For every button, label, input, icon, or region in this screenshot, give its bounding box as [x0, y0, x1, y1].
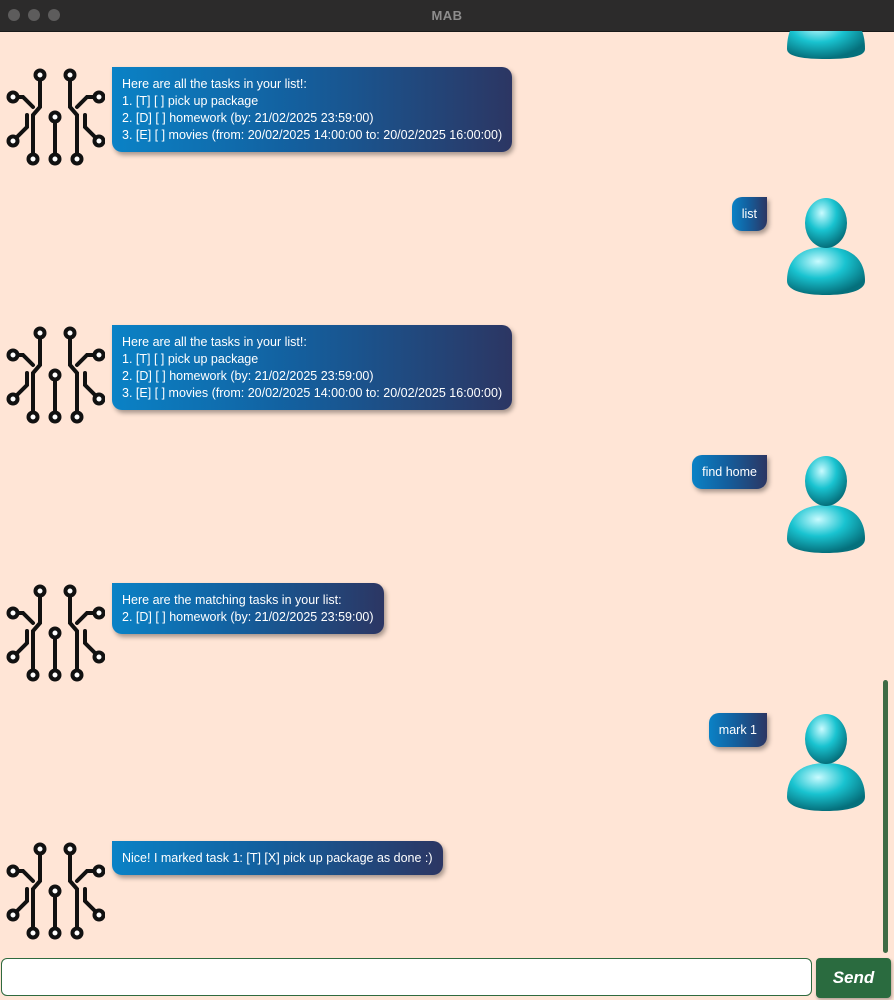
- message-line: list: [741, 207, 757, 221]
- bot-circuit-icon: [6, 842, 105, 940]
- message-input[interactable]: [1, 958, 812, 996]
- message-line: find home: [702, 465, 757, 479]
- input-row: Send: [0, 956, 894, 1000]
- bot-message-bubble: Here are all the tasks in your list!: 1.…: [112, 325, 513, 410]
- bot-message-bubble: Nice! I marked task 1: [T] [X] pick up p…: [112, 841, 443, 875]
- user-message-bubble: list: [731, 197, 767, 231]
- message-line: Here are all the tasks in your list!:: [122, 77, 307, 91]
- message-line: 2. [D] [ ] homework (by: 21/02/2025 23:5…: [122, 610, 374, 624]
- chat-scroll-pane[interactable]: Here are all the tasks in your list!: 1.…: [0, 31, 894, 956]
- message-line: 3. [E] [ ] movies (from: 20/02/2025 14:0…: [122, 128, 503, 142]
- message-line: mark 1: [718, 723, 757, 737]
- bot-message-bubble: Here are the matching tasks in your list…: [112, 583, 384, 634]
- title-bar: MAB: [0, 0, 894, 32]
- user-avatar-partial: [787, 31, 865, 59]
- message-line: 1. [T] [ ] pick up package: [122, 94, 259, 108]
- message-line: Here are all the tasks in your list!:: [122, 335, 307, 349]
- user-message-bubble: mark 1: [708, 713, 767, 747]
- message-line: 3. [E] [ ] movies (from: 20/02/2025 14:0…: [122, 386, 503, 400]
- bot-message-bubble: Here are all the tasks in your list!: 1.…: [112, 67, 513, 152]
- user-person-icon: [787, 456, 865, 553]
- bot-circuit-icon: [6, 326, 105, 424]
- user-message-bubble: find home: [692, 455, 767, 489]
- window-title: MAB: [431, 8, 463, 23]
- message-line: 2. [D] [ ] homework (by: 21/02/2025 23:5…: [122, 111, 374, 125]
- send-button[interactable]: Send: [816, 958, 891, 998]
- bot-circuit-icon: [6, 68, 105, 166]
- user-person-icon: [787, 714, 865, 811]
- chat-scrollbar[interactable]: [883, 680, 888, 953]
- user-person-icon: [787, 198, 865, 295]
- message-line: Nice! I marked task 1: [T] [X] pick up p…: [122, 851, 433, 865]
- bot-circuit-icon: [6, 584, 105, 682]
- message-line: 1. [T] [ ] pick up package: [122, 352, 259, 366]
- message-line: 2. [D] [ ] homework (by: 21/02/2025 23:5…: [122, 369, 374, 383]
- message-line: Here are the matching tasks in your list…: [122, 593, 342, 607]
